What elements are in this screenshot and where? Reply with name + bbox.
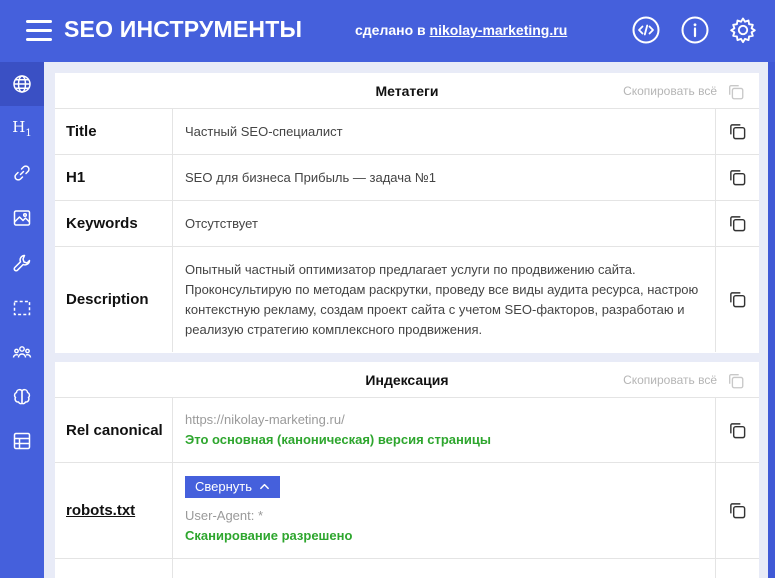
keywords-value: Отсутствует <box>185 215 258 231</box>
row-label: Rel canonical <box>55 398 173 462</box>
row-value: Опытный частный оптимизатор предлагает у… <box>173 247 715 352</box>
meta-card: Метатеги Скопировать всё Title Частный S… <box>55 73 759 353</box>
meta-row-keywords: Keywords Отсутствует <box>55 201 759 247</box>
copy-button[interactable] <box>715 463 759 558</box>
meta-row-h1: H1 SEO для бизнеса Прибыль — задача №1 <box>55 155 759 201</box>
row-label <box>55 559 173 578</box>
h1-value: SEO для бизнеса Прибыль — задача №1 <box>185 169 437 185</box>
meta-copy-all-button[interactable]: Скопировать всё <box>623 84 717 98</box>
row-label: H1 <box>55 155 173 200</box>
h1-icon[interactable]: H1 <box>0 106 44 150</box>
row-value: Свернуть User-Agent: * Сканирование разр… <box>173 463 715 558</box>
made-by-link[interactable]: nikolay-marketing.ru <box>430 22 568 38</box>
copy-icon <box>728 214 747 233</box>
app-title: SEO ИНСТРУМЕНТЫ <box>64 16 303 42</box>
row-value: SEO для бизнеса Прибыль — задача №1 <box>173 155 715 200</box>
link-icon[interactable] <box>0 151 44 195</box>
globe-icon[interactable] <box>0 62 44 106</box>
meta-row-title: Title Частный SEO-специалист <box>55 109 759 155</box>
image-icon[interactable] <box>0 196 44 240</box>
selection-icon[interactable] <box>0 286 44 330</box>
copy-icon <box>728 421 747 440</box>
description-value: Опытный частный оптимизатор предлагает у… <box>185 261 699 337</box>
row-label: Keywords <box>55 201 173 246</box>
copy-button[interactable] <box>715 398 759 462</box>
made-by-prefix: сделано в <box>355 22 426 38</box>
copy-button[interactable] <box>715 109 759 154</box>
indexing-row-partial <box>55 559 759 578</box>
robots-status: Сканирование разрешено <box>185 527 353 543</box>
copy-icon <box>728 290 747 309</box>
chevron-up-icon <box>259 483 269 489</box>
table-icon[interactable] <box>0 419 44 463</box>
indexing-row-robots: robots.txt Свернуть User-Agent: * Сканир… <box>55 463 759 559</box>
info-icon[interactable] <box>681 16 709 44</box>
copy-cell <box>715 559 759 578</box>
main-content: Метатеги Скопировать всё Title Частный S… <box>44 62 771 578</box>
sidebar: H1 <box>0 62 44 578</box>
app-header: SEO ИНСТРУМЕНТЫ сделано в nikolay-market… <box>0 0 775 62</box>
brain-icon[interactable] <box>0 375 44 419</box>
robots-link[interactable]: robots.txt <box>55 463 173 558</box>
copy-icon <box>728 501 747 520</box>
indexing-card-header: Индексация Скопировать всё <box>55 362 759 398</box>
meta-row-description: Description Опытный частный оптимизатор … <box>55 247 759 352</box>
indexing-copy-all-button[interactable]: Скопировать всё <box>623 373 717 387</box>
copy-button[interactable] <box>715 201 759 246</box>
users-icon[interactable] <box>0 330 44 374</box>
canonical-url: https://nikolay-marketing.ru/ <box>185 412 345 427</box>
row-label: Description <box>55 247 173 352</box>
row-label: Title <box>55 109 173 154</box>
title-value: Частный SEO-специалист <box>185 123 343 139</box>
copy-button[interactable] <box>715 155 759 200</box>
copy-icon <box>728 168 747 187</box>
code-icon[interactable] <box>632 16 660 44</box>
made-by-text: сделано в nikolay-marketing.ru <box>355 22 567 38</box>
copy-icon[interactable] <box>727 83 745 101</box>
wrench-icon[interactable] <box>0 241 44 285</box>
row-value: https://nikolay-marketing.ru/ Это основн… <box>173 398 715 462</box>
row-value: Частный SEO-специалист <box>173 109 715 154</box>
h1-icon-label: H1 <box>12 117 32 139</box>
indexing-row-canonical: Rel canonical https://nikolay-marketing.… <box>55 398 759 463</box>
copy-button[interactable] <box>715 247 759 352</box>
copy-icon <box>728 122 747 141</box>
row-value: Отсутствует <box>173 201 715 246</box>
indexing-card: Индексация Скопировать всё Rel canonical… <box>55 362 759 578</box>
menu-icon[interactable] <box>26 20 52 42</box>
collapse-button[interactable]: Свернуть <box>185 475 280 498</box>
meta-card-header: Метатеги Скопировать всё <box>55 73 759 109</box>
gear-icon[interactable] <box>729 16 757 44</box>
user-agent-text: User-Agent: * <box>185 507 264 523</box>
canonical-status: Это основная (каноническая) версия стран… <box>185 432 491 447</box>
copy-icon[interactable] <box>727 372 745 390</box>
